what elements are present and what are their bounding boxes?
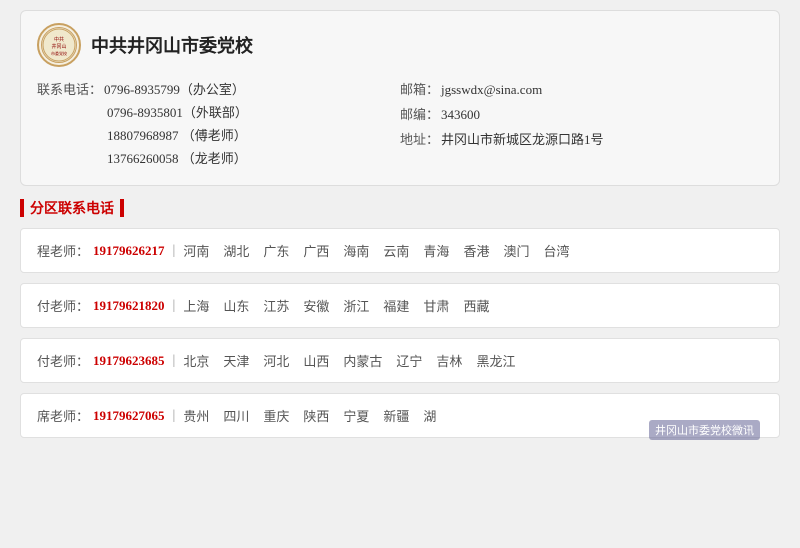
- region-item: 贵州: [183, 406, 209, 425]
- phone-value-2: 0796-8935801（外联部）: [107, 102, 248, 121]
- contact-phone: 19179623685: [93, 353, 165, 369]
- region-item: 吉林: [436, 351, 462, 370]
- region-item: 香港: [463, 241, 489, 260]
- contact-card: 付老师：19179623685 | 北京天津河北山西内蒙古辽宁吉林黑龙江: [20, 338, 780, 383]
- contact-regions: 河南湖北广东广西海南云南青海香港澳门台湾: [183, 241, 569, 260]
- contact-card: 付老师：19179621820 | 上海山东江苏安徽浙江福建甘肃西藏: [20, 283, 780, 328]
- phone-row-3: 18807968987 （傅老师）: [107, 125, 400, 144]
- contact-person: 程老师：: [37, 241, 89, 260]
- contact-phone: 19179626217: [93, 243, 165, 259]
- region-item: 澳门: [503, 241, 529, 260]
- contact-person: 付老师：: [37, 351, 89, 370]
- svg-text:中共: 中共: [54, 36, 64, 43]
- region-item: 青海: [423, 241, 449, 260]
- region-item: 湖北: [223, 241, 249, 260]
- svg-text:市委党校: 市委党校: [51, 50, 67, 56]
- address-value: 井冈山市新城区龙源口路1号: [441, 129, 604, 148]
- header-card: 中共 井冈山 市委党校 中共井冈山市委党校 联系电话： 0796-8935799…: [20, 10, 780, 186]
- region-item: 陕西: [303, 406, 329, 425]
- region-item: 天津: [223, 351, 249, 370]
- logo-inner: 中共 井冈山 市委党校: [41, 27, 77, 63]
- region-item: 浙江: [343, 296, 369, 315]
- postcode-value: 343600: [441, 107, 480, 123]
- region-item: 上海: [183, 296, 209, 315]
- address-label: 地址：: [400, 129, 439, 148]
- section-title: 分区联系电话: [30, 198, 114, 218]
- region-item: 湖: [423, 406, 436, 425]
- region-item: 山西: [303, 351, 329, 370]
- phone-row-4: 13766260058 （龙老师）: [107, 148, 400, 167]
- contact-phone: 19179621820: [93, 298, 165, 314]
- region-item: 甘肃: [423, 296, 449, 315]
- contact-regions: 上海山东江苏安徽浙江福建甘肃西藏: [183, 296, 489, 315]
- address-row: 地址： 井冈山市新城区龙源口路1号: [400, 129, 763, 148]
- region-item: 海南: [343, 241, 369, 260]
- phone-value-4: 13766260058 （龙老师）: [107, 148, 247, 167]
- phone-value-3: 18807968987 （傅老师）: [107, 125, 247, 144]
- phone-value-1: 0796-8935799（办公室）: [104, 79, 245, 98]
- region-item: 四川: [223, 406, 249, 425]
- region-item: 福建: [383, 296, 409, 315]
- region-item: 黑龙江: [476, 351, 515, 370]
- region-item: 广东: [263, 241, 289, 260]
- phone-label: 联系电话：: [37, 79, 102, 98]
- region-item: 重庆: [263, 406, 289, 425]
- contact-divider: |: [173, 408, 176, 424]
- region-item: 宁夏: [343, 406, 369, 425]
- region-item: 台湾: [543, 241, 569, 260]
- main-container: 中共 井冈山 市委党校 中共井冈山市委党校 联系电话： 0796-8935799…: [20, 0, 780, 458]
- phone-row-1: 联系电话： 0796-8935799（办公室）: [37, 79, 400, 98]
- region-item: 河南: [183, 241, 209, 260]
- school-logo: 中共 井冈山 市委党校: [37, 23, 81, 67]
- contact-regions: 贵州四川重庆陕西宁夏新疆湖: [183, 406, 436, 425]
- info-grid: 联系电话： 0796-8935799（办公室） 0796-8935801（外联部…: [37, 77, 763, 173]
- email-value: jgsswdx@sina.com: [441, 82, 542, 98]
- region-item: 西藏: [463, 296, 489, 315]
- region-item: 江苏: [263, 296, 289, 315]
- info-right: 邮箱： jgsswdx@sina.com 邮编： 343600 地址： 井冈山市…: [400, 77, 763, 173]
- region-item: 安徽: [303, 296, 329, 315]
- postcode-label: 邮编：: [400, 104, 439, 123]
- section-header: 分区联系电话: [20, 198, 780, 218]
- region-item: 山东: [223, 296, 249, 315]
- contact-phone: 19179627065: [93, 408, 165, 424]
- section-bar-left: [20, 199, 24, 217]
- info-left: 联系电话： 0796-8935799（办公室） 0796-8935801（外联部…: [37, 77, 400, 173]
- school-title-row: 中共 井冈山 市委党校 中共井冈山市委党校: [37, 23, 763, 67]
- section-bar-right: [120, 199, 124, 217]
- contact-divider: |: [173, 353, 176, 369]
- region-item: 云南: [383, 241, 409, 260]
- contact-regions: 北京天津河北山西内蒙古辽宁吉林黑龙江: [183, 351, 515, 370]
- email-label: 邮箱：: [400, 79, 439, 98]
- contact-card: 程老师：19179626217 | 河南湖北广东广西海南云南青海香港澳门台湾: [20, 228, 780, 273]
- svg-text:井冈山: 井冈山: [51, 43, 66, 50]
- contact-cards-list: 程老师：19179626217 | 河南湖北广东广西海南云南青海香港澳门台湾付老师：…: [20, 228, 780, 438]
- contact-person: 付老师：: [37, 296, 89, 315]
- region-item: 辽宁: [396, 351, 422, 370]
- school-name: 中共井冈山市委党校: [91, 32, 253, 58]
- postcode-row: 邮编： 343600: [400, 104, 763, 123]
- contact-card: 席老师：19179627065 | 贵州四川重庆陕西宁夏新疆湖: [20, 393, 780, 438]
- region-item: 广西: [303, 241, 329, 260]
- region-item: 新疆: [383, 406, 409, 425]
- contact-person: 席老师：: [37, 406, 89, 425]
- region-item: 北京: [183, 351, 209, 370]
- contact-divider: |: [173, 298, 176, 314]
- email-row: 邮箱： jgsswdx@sina.com: [400, 79, 763, 98]
- region-item: 内蒙古: [343, 351, 382, 370]
- region-item: 河北: [263, 351, 289, 370]
- phone-row-2: 0796-8935801（外联部）: [107, 102, 400, 121]
- contact-divider: |: [173, 243, 176, 259]
